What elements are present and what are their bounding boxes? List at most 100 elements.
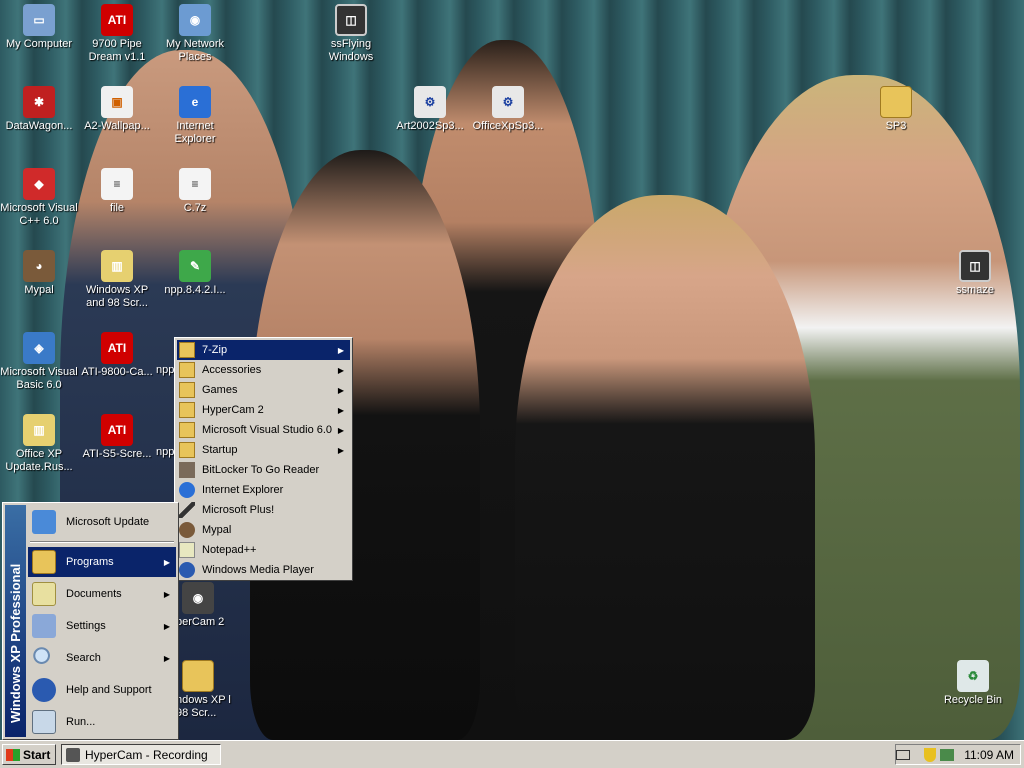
desktop-icon-ati-9800[interactable]: ATI ATI-9800-Ca...: [78, 332, 156, 379]
programs-item-windows-media-player[interactable]: Windows Media Player: [177, 560, 350, 580]
programs-item-games[interactable]: Games ▶: [177, 380, 350, 400]
microsoft-plus-icon: [179, 502, 195, 518]
mypal-icon: [179, 522, 195, 538]
chevron-right-icon: ▶: [163, 653, 170, 663]
screensaver-icon: ◫: [959, 250, 991, 282]
start-item-programs[interactable]: Programs ▶: [28, 547, 176, 577]
desktop-icon-sp3[interactable]: SP3: [857, 86, 935, 133]
chevron-right-icon: ▶: [337, 425, 344, 435]
image-file-icon: ▣: [101, 86, 133, 118]
network-status-icon[interactable]: [940, 748, 955, 761]
chevron-right-icon: ▶: [337, 385, 344, 395]
desktop-icon-visual-basic[interactable]: ◈ Microsoft Visual Basic 6.0: [0, 332, 78, 392]
start-menu-banner: Windows XP Professional: [5, 505, 26, 737]
desktop-icon-recycle-bin[interactable]: ♻ Recycle Bin: [934, 660, 1012, 707]
folder-icon: [179, 442, 195, 458]
internet-explorer-icon: e: [179, 86, 211, 118]
zip-folder-icon: ▥: [101, 250, 133, 282]
notepad-plus-plus-icon: [179, 542, 195, 558]
start-item-microsoft-update[interactable]: Microsoft Update: [28, 507, 176, 537]
run-icon: [32, 710, 56, 734]
folder-icon: [179, 422, 195, 438]
programs-item-hypercam2[interactable]: HyperCam 2 ▶: [177, 400, 350, 420]
desktop-icon-ati-s5[interactable]: ATI ATI-S5-Scre...: [78, 414, 156, 461]
desktop-icon-winxp-98-partial[interactable]: ndows XP l 98 Scr...: [176, 660, 240, 720]
datawagon-icon: ✱: [23, 86, 55, 118]
programs-item-microsoft-plus[interactable]: Microsoft Plus!: [177, 500, 350, 520]
installer-icon: ⚙: [414, 86, 446, 118]
mypal-icon: ◕: [23, 250, 55, 282]
archive-file-icon: ≡: [179, 168, 211, 200]
security-shield-icon[interactable]: [924, 747, 937, 762]
desktop-icon-hypercam-partial[interactable]: ◉ perCam 2: [176, 582, 236, 629]
desktop-icon-npp-842[interactable]: ✎ npp.8.4.2.I...: [156, 250, 234, 297]
settings-icon: [32, 614, 56, 638]
bitlocker-icon: [179, 462, 195, 478]
desktop-icon-ssmaze[interactable]: ◫ ssmaze: [936, 250, 1014, 297]
wallpaper-person: [515, 195, 815, 740]
programs-item-internet-explorer[interactable]: Internet Explorer: [177, 480, 350, 500]
desktop-icon-visual-cpp[interactable]: ◆ Microsoft Visual C++ 6.0: [0, 168, 78, 228]
chevron-right-icon: ▶: [163, 557, 170, 567]
network-icon: ◉: [179, 4, 211, 36]
programs-item-accessories[interactable]: Accessories ▶: [177, 360, 350, 380]
internet-explorer-icon: [179, 482, 195, 498]
search-icon: [32, 646, 56, 670]
programs-item-notepad-plus-plus[interactable]: Notepad++: [177, 540, 350, 560]
installer-icon: ⚙: [492, 86, 524, 118]
ati-icon: ATI: [101, 332, 133, 364]
desktop-icon-my-computer[interactable]: ▭ My Computer: [0, 4, 78, 51]
file-icon: ≡: [101, 168, 133, 200]
notepad-plus-plus-icon: ✎: [179, 250, 211, 282]
desktop-icon-ssflying-windows[interactable]: ◫ ssFlying Windows: [312, 4, 390, 64]
start-item-documents[interactable]: Documents ▶: [28, 579, 176, 609]
programs-item-startup[interactable]: Startup ▶: [177, 440, 350, 460]
folder-icon: [880, 86, 912, 118]
screensaver-icon: ◫: [335, 4, 367, 36]
programs-folder-icon: [32, 550, 56, 574]
visual-cpp-icon: ◆: [23, 168, 55, 200]
start-menu-separator: [30, 541, 174, 543]
chevron-right-icon: ▶: [163, 589, 170, 599]
start-item-run[interactable]: Run...: [28, 707, 176, 737]
desktop-icon-officexpsp3[interactable]: ⚙ OfficeXpSp3...: [469, 86, 547, 133]
start-item-help-and-support[interactable]: Help and Support: [28, 675, 176, 705]
desktop-icon-file[interactable]: ≡ file: [78, 168, 156, 215]
visual-basic-icon: ◈: [23, 332, 55, 364]
chevron-right-icon: ▶: [163, 621, 170, 631]
ati-icon: ATI: [101, 4, 133, 36]
system-tray: 11:09 AM: [895, 744, 1021, 765]
update-icon: [32, 510, 56, 534]
desktop-icon-datawagon[interactable]: ✱ DataWagon...: [0, 86, 78, 133]
chevron-right-icon: ▶: [337, 365, 344, 375]
desktop-icon-my-network-places[interactable]: ◉ My Network Places: [156, 4, 234, 64]
desktop-icon-c7z[interactable]: ≡ C.7z: [156, 168, 234, 215]
chevron-right-icon: ▶: [337, 345, 344, 355]
programs-item-mypal[interactable]: Mypal: [177, 520, 350, 540]
chevron-right-icon: ▶: [337, 445, 344, 455]
folder-icon: [179, 362, 195, 378]
chevron-right-icon: ▶: [337, 405, 344, 415]
hypercam-icon: ◉: [182, 582, 214, 614]
computer-icon: ▭: [23, 4, 55, 36]
desktop-icon-internet-explorer[interactable]: e Internet Explorer: [156, 86, 234, 146]
desktop-icon-art2002sp3[interactable]: ⚙ Art2002Sp3...: [391, 86, 469, 133]
clock[interactable]: 11:09 AM: [964, 748, 1014, 762]
desktop-icon-a2-wallpaper[interactable]: ▣ A2-Wallpap...: [78, 86, 156, 133]
desktop-icon-mypal[interactable]: ◕ Mypal: [0, 250, 78, 297]
desktop-icon-office-xp-update[interactable]: ▥ Office XP Update.Rus...: [0, 414, 78, 474]
desktop-icon-winxp-98-scr[interactable]: ▥ Windows XP and 98 Scr...: [78, 250, 156, 310]
start-button[interactable]: Start: [2, 744, 56, 765]
zip-folder-icon: ▥: [23, 414, 55, 446]
programs-item-7zip[interactable]: 7-Zip ▶: [177, 340, 350, 360]
taskbar-item-hypercam[interactable]: HyperCam - Recording: [61, 744, 221, 765]
keyboard-icon[interactable]: [896, 749, 911, 760]
programs-item-visual-studio[interactable]: Microsoft Visual Studio 6.0 ▶: [177, 420, 350, 440]
start-item-search[interactable]: Search ▶: [28, 643, 176, 673]
windows-media-player-icon: [179, 562, 195, 578]
hypercam-icon: [66, 747, 80, 762]
start-item-settings[interactable]: Settings ▶: [28, 611, 176, 641]
programs-item-bitlocker[interactable]: BitLocker To Go Reader: [177, 460, 350, 480]
ati-icon: ATI: [101, 414, 133, 446]
desktop-icon-pipe-dream[interactable]: ATI 9700 Pipe Dream v1.1: [78, 4, 156, 64]
